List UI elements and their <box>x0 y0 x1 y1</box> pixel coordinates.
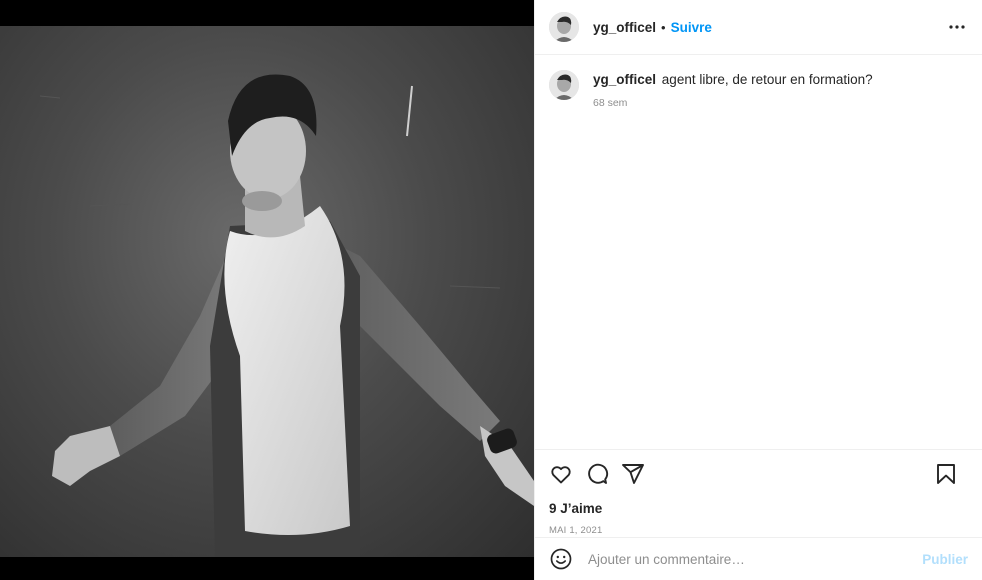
publish-button[interactable]: Publier <box>922 552 968 567</box>
post-media <box>0 0 534 580</box>
post-date[interactable]: MAI 1, 2021 <box>535 525 982 536</box>
avatar-image <box>549 70 579 100</box>
comment-button[interactable] <box>585 462 609 486</box>
post-side-panel: yg_officel • Suivre yg_officel agent lib… <box>534 0 982 580</box>
heart-icon <box>551 466 571 484</box>
post-header: yg_officel • Suivre <box>535 0 982 55</box>
avatar[interactable] <box>549 12 579 42</box>
follow-button[interactable]: Suivre <box>671 20 712 35</box>
like-button[interactable] <box>549 462 573 486</box>
photo-illustration <box>39 74 534 557</box>
header-username[interactable]: yg_officel <box>593 20 656 35</box>
emoji-icon <box>550 548 572 570</box>
avatar-image <box>549 12 579 42</box>
share-icon <box>622 464 644 484</box>
comment-icon <box>588 463 609 484</box>
caption-username[interactable]: yg_officel <box>593 72 656 87</box>
more-options-button[interactable] <box>946 19 968 35</box>
post-caption: yg_officel agent libre, de retour en for… <box>549 70 968 109</box>
likes-count[interactable]: 9 J’aime <box>535 501 982 516</box>
post-photo[interactable] <box>0 26 534 557</box>
comment-input[interactable] <box>586 550 923 568</box>
caption-avatar[interactable] <box>549 70 579 100</box>
bookmark-icon <box>937 464 955 484</box>
actions-area: 9 J’aime MAI 1, 2021 <box>535 449 982 536</box>
emoji-button[interactable] <box>549 547 573 571</box>
share-button[interactable] <box>621 462 645 486</box>
caption-text: yg_officel agent libre, de retour en for… <box>593 71 873 89</box>
caption-message: agent libre, de retour en formation? <box>661 72 873 87</box>
add-comment-bar: Publier <box>535 537 982 580</box>
separator-dot: • <box>661 19 666 35</box>
more-horizontal-icon <box>949 25 965 29</box>
action-bar <box>535 450 982 498</box>
save-button[interactable] <box>934 462 958 486</box>
caption-body: yg_officel agent libre, de retour en for… <box>593 71 873 109</box>
post-viewer: yg_officel • Suivre yg_officel agent lib… <box>0 0 982 580</box>
caption-time[interactable]: 68 sem <box>593 97 873 109</box>
comments-section: yg_officel agent libre, de retour en for… <box>535 56 982 449</box>
